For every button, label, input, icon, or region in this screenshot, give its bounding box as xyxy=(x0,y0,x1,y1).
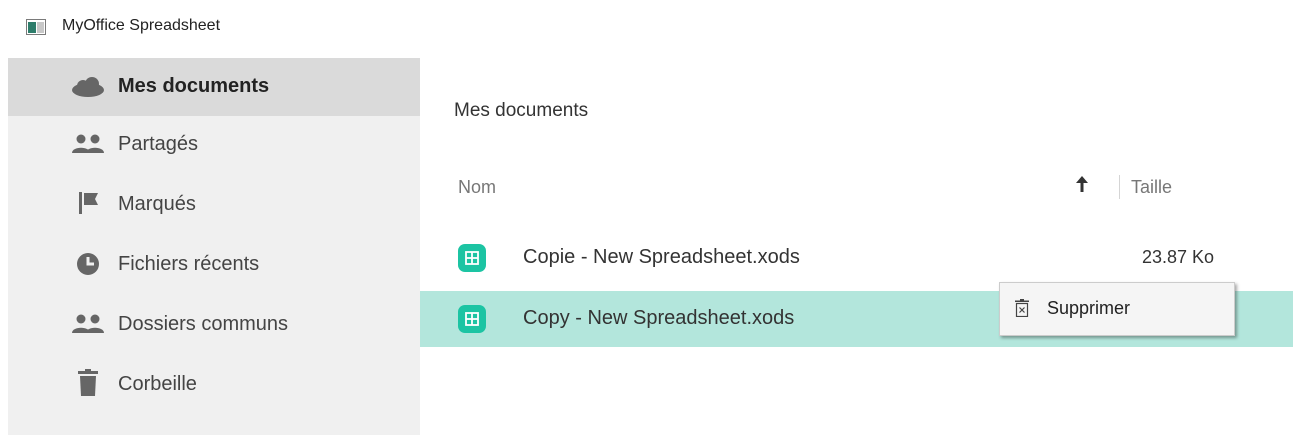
clock-icon xyxy=(68,250,108,278)
sidebar-item-label: Dossiers communs xyxy=(118,313,289,335)
sidebar-item-partages[interactable]: Partagés xyxy=(8,116,420,174)
sidebar-item-marques[interactable]: Marqués xyxy=(8,176,420,234)
delete-menu-item[interactable]: Supprimer xyxy=(1000,283,1234,335)
people-icon xyxy=(68,130,108,158)
sidebar-item-corbeille[interactable]: Corbeille xyxy=(8,356,420,414)
title-bar: MyOffice Spreadsheet xyxy=(0,0,1293,58)
column-divider[interactable] xyxy=(1119,175,1120,199)
people-icon xyxy=(68,310,108,338)
file-row[interactable]: Copie - New Spreadsheet.xods 23.87 Ko xyxy=(420,230,1293,286)
sidebar-item-label: Mes documents xyxy=(118,75,270,97)
flag-icon xyxy=(68,189,108,217)
sidebar-item-label: Corbeille xyxy=(118,373,197,395)
cloud-icon xyxy=(68,73,108,101)
page-title: Mes documents xyxy=(454,100,589,121)
main-content: Mes documents Nom Taille Copie - New Spr… xyxy=(420,58,1293,435)
delete-icon xyxy=(1015,299,1029,317)
window-title: MyOffice Spreadsheet xyxy=(62,17,221,34)
trash-icon xyxy=(68,369,108,397)
sidebar-item-dossiers-communs[interactable]: Dossiers communs xyxy=(8,296,420,354)
sidebar-item-label: Partagés xyxy=(118,133,199,155)
sidebar-item-label: Fichiers récents xyxy=(118,253,260,275)
sidebar: Mes documents Partagés Marqués Fichiers … xyxy=(8,58,420,435)
sort-ascending-icon[interactable] xyxy=(1074,173,1090,195)
app-window-icon xyxy=(26,19,46,35)
sidebar-item-mes-documents[interactable]: Mes documents xyxy=(8,58,420,116)
file-size: 23.87 Ko xyxy=(1141,247,1214,267)
sidebar-item-label: Marqués xyxy=(118,193,196,215)
column-header-size[interactable]: Taille xyxy=(1131,177,1172,198)
file-name: Copy - New Spreadsheet.xods xyxy=(523,307,795,329)
file-name: Copie - New Spreadsheet.xods xyxy=(523,246,800,268)
spreadsheet-file-icon xyxy=(458,305,486,333)
spreadsheet-file-icon xyxy=(458,244,486,272)
delete-label: Supprimer xyxy=(1047,298,1131,318)
column-header-name[interactable]: Nom xyxy=(458,177,496,198)
context-menu: Supprimer xyxy=(999,282,1235,336)
sidebar-item-fichiers-recents[interactable]: Fichiers récents xyxy=(8,236,420,294)
